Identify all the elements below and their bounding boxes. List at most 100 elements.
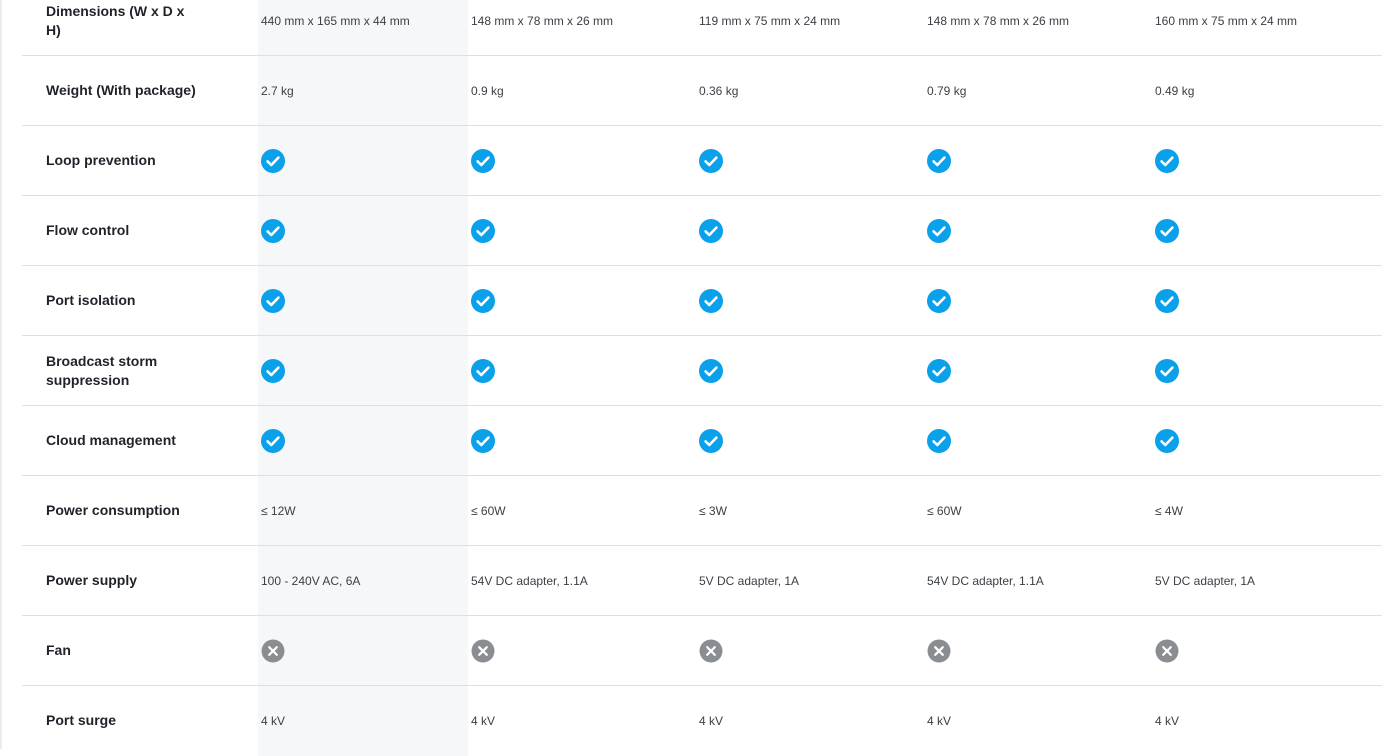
table-cell: 2.7 kg	[261, 83, 294, 98]
table-cell	[1130, 148, 1360, 173]
check-icon	[471, 358, 495, 383]
table-cell: 4 kV	[1155, 713, 1180, 728]
table-row-power-supply: Power supply 100 - 240V AC, 6A 54V DC adap…	[22, 546, 1382, 616]
table-cell	[674, 358, 902, 383]
table-row-cloud-management: Cloud management	[22, 406, 1382, 476]
table-cell: 4 kV	[471, 713, 496, 728]
table-cell	[446, 148, 674, 173]
cross-icon	[261, 639, 285, 663]
table-cell: 119 mm x 75 mm x 24 mm	[699, 13, 841, 28]
check-icon	[699, 428, 723, 453]
check-icon	[927, 148, 951, 173]
table-cell	[1130, 428, 1360, 453]
row-label: Flow control	[46, 222, 130, 238]
table-cell	[446, 358, 674, 383]
check-icon	[1155, 358, 1179, 383]
table-cell: 4 kV	[261, 713, 286, 728]
check-icon	[699, 148, 723, 173]
table-cell	[1130, 639, 1360, 663]
table-cell	[236, 358, 446, 383]
table-cell	[674, 288, 902, 313]
page-left-border	[0, 0, 2, 749]
table-cell: 440 mm x 165 mm x 44 mm	[261, 13, 410, 28]
row-label: Power consumption	[46, 502, 180, 518]
table-cell	[236, 148, 446, 173]
table-cell	[446, 639, 674, 663]
table-cell: 148 mm x 78 mm x 26 mm	[471, 13, 614, 28]
cross-icon	[699, 639, 723, 663]
check-icon	[1155, 148, 1179, 173]
check-icon	[261, 218, 285, 243]
table-cell	[674, 428, 902, 453]
table-cell	[236, 288, 446, 313]
table-row-port-isolation: Port isolation	[22, 266, 1382, 336]
table-cell	[902, 428, 1130, 453]
table-cell: 54V DC adapter, 1.1A	[471, 573, 588, 588]
table-cell	[236, 218, 446, 243]
table-cell: ≤ 12W	[261, 503, 296, 518]
table-cell	[674, 148, 902, 173]
table-cell	[236, 428, 446, 453]
table-row-loop-prevention: Loop prevention	[22, 126, 1382, 196]
spec-comparison-table: Dimensions (W x D x H) 440 mm x 165 mm x …	[22, 0, 1382, 756]
check-icon	[699, 288, 723, 313]
table-cell: 0.36 kg	[699, 83, 739, 98]
check-icon	[927, 218, 951, 243]
table-cell	[902, 218, 1130, 243]
cross-icon	[1155, 639, 1179, 663]
check-icon	[1155, 288, 1179, 313]
table-body: Dimensions (W x D x H) 440 mm x 165 mm x …	[22, 0, 1382, 755]
table-row-power-consumption: Power consumption ≤ 12W ≤ 60W ≤ 3W ≤ 60W ≤ 4W	[22, 476, 1382, 546]
table-cell: 5V DC adapter, 1A	[699, 573, 800, 588]
table-cell	[902, 148, 1130, 173]
table-row-flow-control: Flow control	[22, 196, 1382, 266]
check-icon	[261, 428, 285, 453]
table-cell: 5V DC adapter, 1A	[1155, 573, 1256, 588]
table-cell: 0.79 kg	[927, 83, 967, 98]
table-cell: ≤ 4W	[1155, 503, 1183, 518]
row-label: Port surge	[46, 712, 117, 728]
table-row-dimensions-w-x-d-x-h: Dimensions (W x D x H) 440 mm x 165 mm x …	[22, 0, 1382, 56]
row-label: Fan	[46, 642, 71, 658]
table-cell: 0.9 kg	[471, 83, 504, 98]
table-cell	[674, 639, 902, 663]
table-cell: 160 mm x 75 mm x 24 mm	[1155, 13, 1298, 28]
cross-icon	[927, 639, 951, 663]
row-label: Port isolation	[46, 292, 136, 308]
row-label: Broadcast storm suppression	[46, 352, 158, 388]
check-icon	[927, 428, 951, 453]
check-icon	[927, 358, 951, 383]
table-cell	[236, 639, 446, 663]
check-icon	[1155, 428, 1179, 453]
row-label: Loop prevention	[46, 152, 156, 168]
table-cell: 4 kV	[927, 713, 952, 728]
check-icon	[261, 358, 285, 383]
table-cell: 0.49 kg	[1155, 83, 1195, 98]
table-cell: 4 kV	[699, 713, 724, 728]
table-cell	[446, 288, 674, 313]
table-cell	[446, 218, 674, 243]
row-label: Power supply	[46, 572, 138, 588]
table-cell	[902, 639, 1130, 663]
table-cell: ≤ 60W	[927, 503, 962, 518]
row-label: Dimensions (W x D x H)	[46, 2, 185, 38]
check-icon	[927, 288, 951, 313]
table-cell: 100 - 240V AC, 6A	[261, 573, 361, 588]
table-row-weight-with-package: Weight (With package) 2.7 kg 0.9 kg 0.36 kg…	[22, 56, 1382, 126]
table-cell	[902, 358, 1130, 383]
check-icon	[699, 218, 723, 243]
check-icon	[471, 148, 495, 173]
check-icon	[471, 288, 495, 313]
row-label: Weight (With package)	[46, 82, 196, 98]
table-cell: ≤ 60W	[471, 503, 506, 518]
table-cell	[446, 428, 674, 453]
table-cell	[674, 218, 902, 243]
check-icon	[1155, 218, 1179, 243]
table-row-port-surge: Port surge 4 kV 4 kV 4 kV 4 kV 4 kV	[22, 686, 1382, 755]
table-cell	[1130, 288, 1360, 313]
check-icon	[699, 358, 723, 383]
table-cell: 148 mm x 78 mm x 26 mm	[927, 13, 1070, 28]
table-row-fan: Fan	[22, 616, 1382, 686]
check-icon	[261, 288, 285, 313]
table-cell	[902, 288, 1130, 313]
